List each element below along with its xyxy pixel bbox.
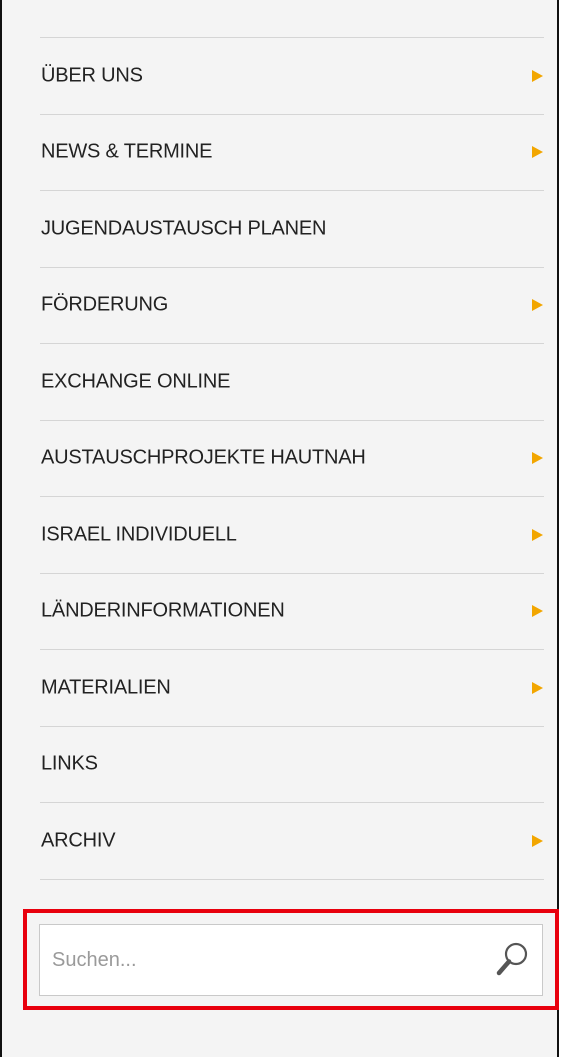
nav-item-label: ÜBER UNS [41,64,143,87]
triangle-right-icon[interactable] [532,146,543,159]
triangle-right-icon[interactable] [532,834,543,847]
nav-item-jugendaustausch-planen[interactable]: JUGENDAUSTAUSCH PLANEN [40,191,544,268]
nav-item-materialien[interactable]: MATERIALIEN [40,650,544,727]
nav-item-laenderinformationen[interactable]: LÄNDERINFORMATIONEN [40,574,544,650]
nav-item-label: MATERIALIEN [41,676,171,699]
nav-item-news-termine[interactable]: NEWS & TERMINE [40,115,544,191]
magnifier-icon[interactable] [494,939,532,979]
nav-item-label: AUSTAUSCHPROJEKTE HAUTNAH [41,446,366,469]
nav-item-austauschprojekte-hautnah[interactable]: AUSTAUSCHPROJEKTE HAUTNAH [40,421,544,497]
triangle-right-icon[interactable] [532,299,543,312]
nav-item-label: LINKS [41,752,98,775]
triangle-right-icon[interactable] [532,605,543,618]
triangle-right-icon[interactable] [532,452,543,465]
nav-item-exchange-online[interactable]: EXCHANGE ONLINE [40,344,544,421]
nav-item-label: FÖRDERUNG [41,293,169,316]
triangle-right-icon[interactable] [532,69,543,82]
triangle-right-icon[interactable] [532,681,543,694]
nav-item-label: LÄNDERINFORMATIONEN [41,599,285,622]
nav-item-label: EXCHANGE ONLINE [41,370,231,393]
nav-item-label: ARCHIV [41,829,116,852]
search-box [39,924,543,996]
nav-item-label: NEWS & TERMINE [41,140,213,163]
nav-item-ueber-uns[interactable]: ÜBER UNS [40,38,544,115]
nav-item-israel-individuell[interactable]: ISRAEL INDIVIDUELL [40,497,544,574]
nav-item-archiv[interactable]: ARCHIV [40,803,544,880]
nav-item-links[interactable]: LINKS [40,727,544,803]
nav-item-label: JUGENDAUSTAUSCH PLANEN [41,217,327,240]
search-input[interactable] [40,925,480,995]
mobile-menu-panel: ÜBER UNS NEWS & TERMINE JUGENDAUSTAUSCH … [0,0,559,1057]
triangle-right-icon[interactable] [532,528,543,541]
nav-item-label: ISRAEL INDIVIDUELL [41,523,237,546]
nav-item-foerderung[interactable]: FÖRDERUNG [40,268,544,344]
main-navigation: ÜBER UNS NEWS & TERMINE JUGENDAUSTAUSCH … [40,37,544,880]
